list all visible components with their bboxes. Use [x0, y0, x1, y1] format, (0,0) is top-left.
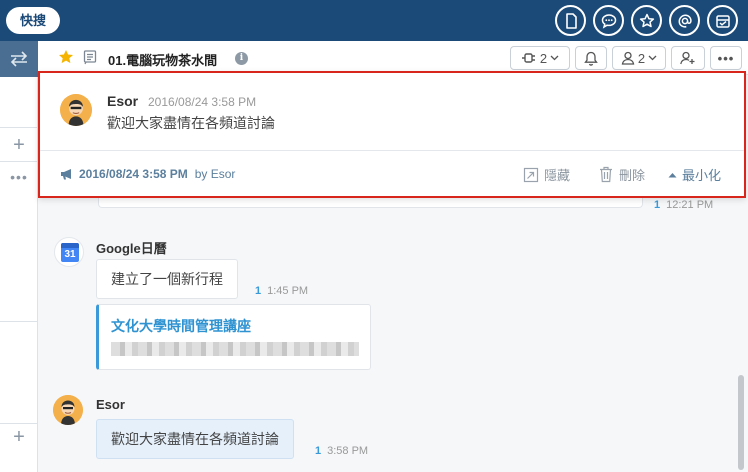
more-options-button[interactable]: ••• [710, 46, 742, 70]
avatar[interactable] [53, 395, 83, 425]
delete-button[interactable]: 刪除 [598, 165, 645, 184]
message-time: 3:58 PM [327, 445, 369, 457]
plugins-button[interactable]: 2 [510, 46, 570, 70]
trash-icon [600, 166, 612, 183]
at-icon[interactable] [669, 5, 700, 36]
calendar-day: 31 [64, 249, 76, 260]
event-card[interactable]: 文化大學時間管理講座 [96, 304, 371, 370]
plugin-count: 2 [539, 50, 548, 66]
calendar-icon: 31 [61, 243, 79, 262]
bell-icon [584, 51, 598, 66]
announcement-footer: 2016/08/24 3:58 PM by Esor [60, 167, 235, 181]
announcement-panel: Esor 2016/08/24 3:58 PM 歡迎大家盡情在各頻道討論 201… [38, 71, 746, 198]
message-meta: 1 1:45 PM [255, 285, 308, 297]
google-calendar-avatar[interactable]: 31 [54, 237, 84, 267]
channel-header: 01.電腦玩物茶水間 i 2 2 ••• [38, 41, 748, 75]
announcement-sender[interactable]: Esor [107, 93, 138, 109]
add-icon[interactable]: + [0, 135, 38, 155]
top-bar: 快搜 [0, 0, 748, 41]
megaphone-icon [61, 169, 71, 180]
add-icon[interactable]: + [0, 427, 38, 447]
inbox-icon[interactable] [707, 5, 738, 36]
message-bubble: 歡迎大家盡情在各頻道討論 [96, 419, 294, 459]
caret-up-icon [668, 172, 677, 177]
message-bubble: 建立了一個新行程 [96, 259, 238, 299]
favorite-star-icon[interactable] [58, 49, 74, 65]
member-count: 2 [637, 50, 646, 66]
scrollbar[interactable] [738, 375, 744, 470]
message-meta: 1 3:58 PM [315, 445, 368, 457]
channel-title: 01.電腦玩物茶水間 [108, 53, 218, 68]
channel-notes-icon[interactable] [83, 50, 97, 65]
add-member-button[interactable] [671, 46, 705, 70]
swap-icon[interactable] [0, 41, 38, 77]
star-icon[interactable] [631, 5, 662, 36]
read-count[interactable]: 1 [255, 285, 261, 297]
chevron-down-icon [648, 55, 657, 61]
avatar[interactable] [60, 94, 92, 126]
blurred-details [111, 342, 359, 356]
chat-bubble-icon[interactable] [593, 5, 624, 36]
hide-button[interactable]: 隱藏 [523, 165, 570, 184]
info-icon[interactable]: i [235, 52, 248, 65]
notifications-button[interactable] [575, 46, 607, 70]
left-rail: + ••• + [0, 41, 38, 472]
minimize-label: 最小化 [682, 168, 722, 183]
members-button[interactable]: 2 [612, 46, 666, 70]
announcement-date: 2016/08/24 3:58 PM [79, 167, 188, 181]
event-title[interactable]: 文化大學時間管理講座 [111, 316, 251, 336]
hide-icon [523, 167, 539, 182]
delete-label: 刪除 [619, 168, 646, 183]
hide-label: 隱藏 [544, 168, 571, 183]
message-meta: 1 12:21 PM [654, 199, 713, 211]
message-time: 12:21 PM [666, 199, 714, 211]
quick-search-button[interactable]: 快搜 [6, 7, 60, 34]
announcement-text: 歡迎大家盡情在各頻道討論 [107, 115, 275, 131]
divider [40, 150, 744, 151]
add-user-icon [680, 51, 695, 65]
announcement-author: by Esor [194, 167, 236, 181]
user-icon [621, 51, 635, 65]
plug-icon [521, 53, 535, 63]
sender-name[interactable]: Google日曆 [96, 238, 167, 257]
more-icon[interactable]: ••• [0, 169, 38, 185]
read-count[interactable]: 1 [654, 199, 660, 211]
announcement-time: 2016/08/24 3:58 PM [148, 95, 257, 109]
message-time: 1:45 PM [267, 285, 309, 297]
document-icon[interactable] [555, 5, 586, 36]
minimize-button[interactable]: 最小化 [668, 165, 721, 184]
chevron-down-icon [550, 55, 559, 61]
read-count[interactable]: 1 [315, 445, 321, 457]
sender-name[interactable]: Esor [96, 397, 125, 412]
